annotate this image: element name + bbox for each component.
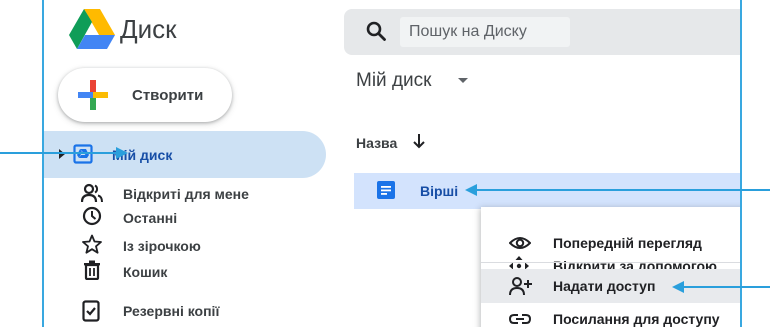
callout-arrow-share xyxy=(672,281,770,293)
callout-arrow-file xyxy=(465,184,770,196)
callout-arrow-my-drive xyxy=(0,147,128,159)
callout-arrows xyxy=(0,147,770,293)
